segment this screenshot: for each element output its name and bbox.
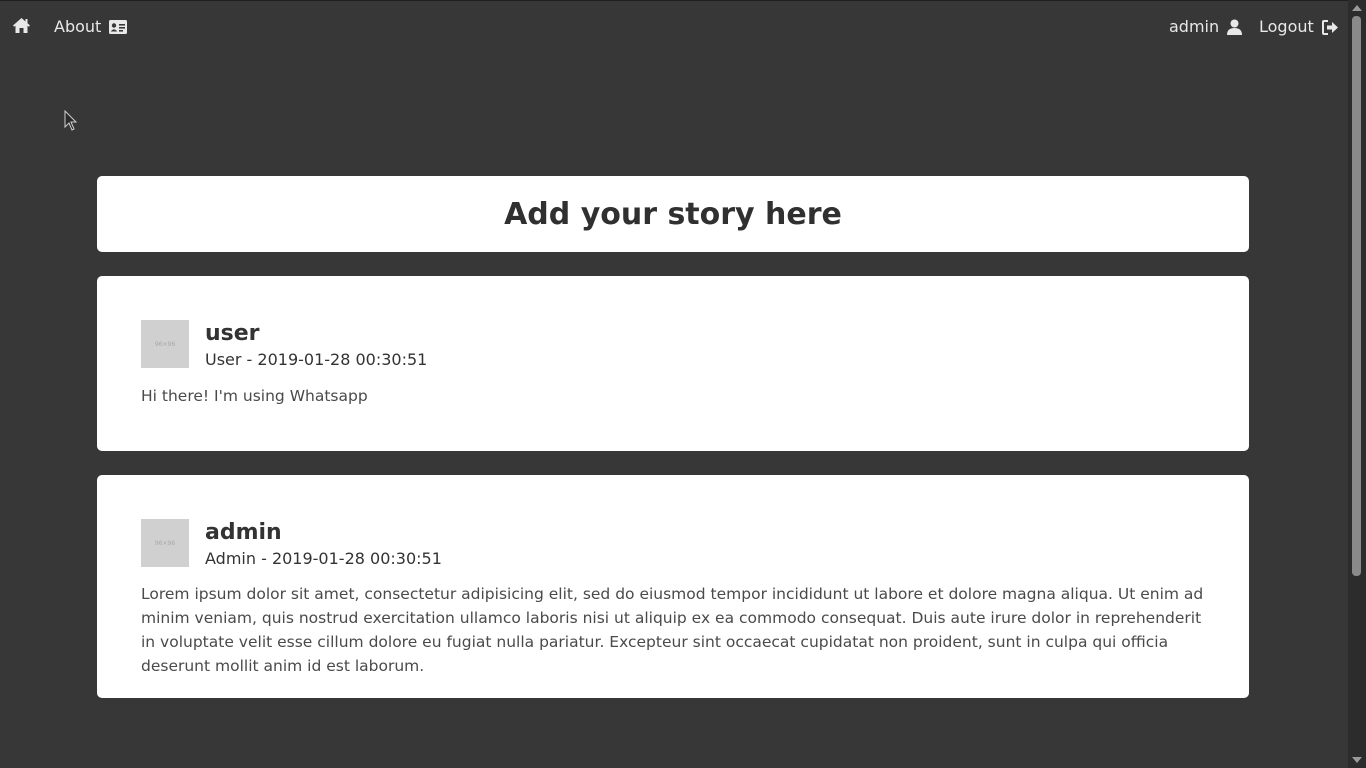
vertical-scrollbar[interactable]: [1348, 0, 1366, 768]
story-card: 96×96 admin Admin - 2019-01-28 00:30:51 …: [97, 475, 1249, 698]
user-menu-label: admin: [1169, 17, 1220, 36]
about-label: About: [54, 17, 102, 36]
user-icon: [1227, 19, 1243, 35]
about-link[interactable]: About: [54, 17, 128, 37]
story-header: 96×96 user User - 2019-01-28 00:30:51: [141, 320, 427, 370]
story-text: Hi there! I'm using Whatsapp: [141, 387, 368, 405]
story-role-date: Admin - 2019-01-28 00:30:51: [205, 549, 442, 568]
scroll-down-arrow-icon[interactable]: [1352, 757, 1362, 763]
avatar: 96×96: [141, 519, 189, 567]
avatar: 96×96: [141, 320, 189, 368]
story-role-date: User - 2019-01-28 00:30:51: [205, 350, 428, 369]
story-text: Lorem ipsum dolor sit amet, consectetur …: [141, 585, 1204, 675]
mouse-cursor-icon: [64, 109, 78, 136]
top-navbar: About admin Logout: [0, 0, 1345, 56]
id-card-icon: [109, 20, 128, 34]
home-icon: [12, 17, 31, 34]
home-link[interactable]: [12, 17, 31, 34]
story-meta: user User - 2019-01-28 00:30:51: [205, 320, 427, 370]
story-header: 96×96 admin Admin - 2019-01-28 00:30:51: [141, 519, 442, 569]
story-username: admin: [205, 520, 282, 545]
add-story-card[interactable]: Add your story here: [97, 176, 1249, 252]
logout-link[interactable]: Logout: [1259, 17, 1339, 37]
logout-label: Logout: [1259, 17, 1314, 36]
user-menu-link[interactable]: admin: [1169, 17, 1243, 37]
scroll-thumb[interactable]: [1352, 16, 1361, 576]
story-username: user: [205, 321, 260, 346]
scroll-up-arrow-icon[interactable]: [1352, 5, 1362, 11]
add-story-title: Add your story here: [504, 196, 842, 232]
story-card: 96×96 user User - 2019-01-28 00:30:51 Hi…: [97, 276, 1249, 451]
sign-out-icon: [1321, 19, 1339, 35]
story-meta: admin Admin - 2019-01-28 00:30:51: [205, 519, 442, 569]
